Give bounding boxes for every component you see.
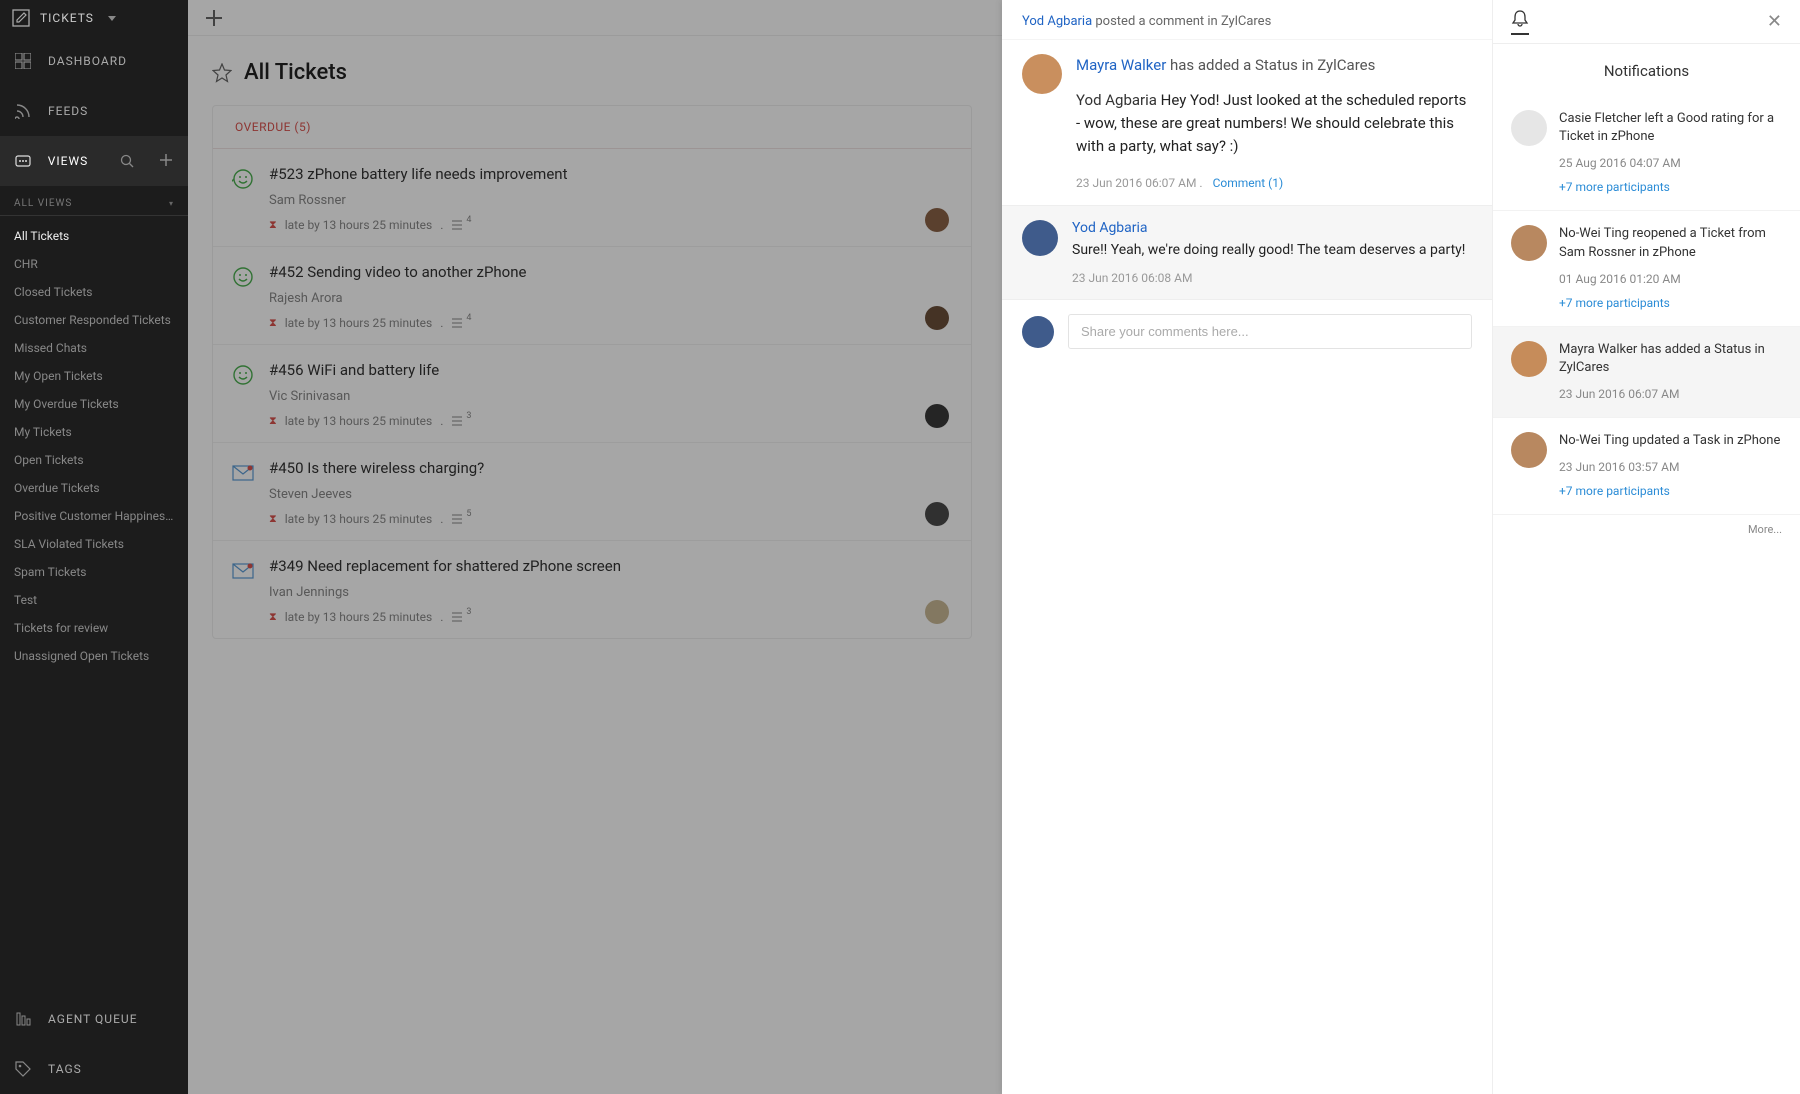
notification-text: No-Wei Ting reopened a Ticket from Sam R… <box>1559 225 1782 261</box>
notifications-title: Notifications <box>1493 44 1800 96</box>
view-item[interactable]: Tickets for review <box>0 614 188 642</box>
notification-item[interactable]: Mayra Walker has added a Status in ZylCa… <box>1493 327 1800 418</box>
view-item[interactable]: Unassigned Open Tickets <box>0 642 188 670</box>
view-item[interactable]: My Open Tickets <box>0 362 188 390</box>
all-views-label: ALL VIEWS <box>14 198 72 209</box>
notifications-topbar: ✕ <box>1493 0 1800 44</box>
notification-item[interactable]: Casie Fletcher left a Good rating for a … <box>1493 96 1800 211</box>
avatar <box>1022 316 1054 348</box>
view-item[interactable]: Open Tickets <box>0 446 188 474</box>
comment-input-row <box>1002 300 1492 363</box>
notification-text: Casie Fletcher left a Good rating for a … <box>1559 110 1782 146</box>
sidebar-context-switcher[interactable]: TICKETS <box>0 0 188 36</box>
sidebar-item-label: VIEWS <box>48 154 89 168</box>
participants-link[interactable]: +7 more participants <box>1559 296 1782 310</box>
views-icon <box>14 152 32 170</box>
sidebar-item-feeds[interactable]: FEEDS <box>0 86 188 136</box>
notification-item[interactable]: No-Wei Ting reopened a Ticket from Sam R… <box>1493 211 1800 326</box>
avatar <box>1511 341 1547 377</box>
thread-reply: Yod Agbaria Sure!! Yeah, we're doing rea… <box>1002 205 1492 300</box>
sidebar-item-label: TAGS <box>48 1062 82 1076</box>
notification-text: No-Wei Ting updated a Task in zPhone <box>1559 432 1782 450</box>
view-item[interactable]: Overdue Tickets <box>0 474 188 502</box>
view-item[interactable]: Spam Tickets <box>0 558 188 586</box>
view-item[interactable]: Closed Tickets <box>0 278 188 306</box>
view-item[interactable]: Customer Responded Tickets <box>0 306 188 334</box>
participants-link[interactable]: +7 more participants <box>1559 180 1782 194</box>
notification-time: 23 Jun 2016 03:57 AM <box>1559 460 1782 474</box>
more-link[interactable]: More... <box>1493 515 1800 544</box>
feeds-icon <box>14 102 32 120</box>
thread-message: Yod Agbaria Hey Yod! Just looked at the … <box>1076 89 1472 159</box>
tag-icon <box>14 1060 32 1078</box>
sidebar-item-agent-queue[interactable]: AGENT QUEUE <box>0 994 188 1044</box>
sidebar-item-tags[interactable]: TAGS <box>0 1044 188 1094</box>
queue-icon <box>14 1010 32 1028</box>
sidebar-context-label: TICKETS <box>40 11 94 25</box>
view-item[interactable]: CHR <box>0 250 188 278</box>
avatar[interactable] <box>1022 220 1058 256</box>
notification-item[interactable]: No-Wei Ting updated a Task in zPhone 23 … <box>1493 418 1800 515</box>
view-item[interactable]: Missed Chats <box>0 334 188 362</box>
caret-down-icon <box>108 16 116 21</box>
compose-icon <box>12 9 30 27</box>
left-sidebar: TICKETS DASHBOARD FEEDS VIEWS ALL VIEWS … <box>0 0 188 1094</box>
notification-text: Mayra Walker has added a Status in ZylCa… <box>1559 341 1782 377</box>
thread-header-name[interactable]: Yod Agbaria <box>1022 14 1092 29</box>
sidebar-item-label: AGENT QUEUE <box>48 1012 138 1026</box>
all-views-header[interactable]: ALL VIEWS ▾ <box>0 186 188 216</box>
sidebar-item-label: DASHBOARD <box>48 54 127 68</box>
thread-header-text: posted a comment in ZylCares <box>1092 14 1271 29</box>
notification-time: 25 Aug 2016 04:07 AM <box>1559 156 1782 170</box>
avatar[interactable] <box>1022 54 1062 94</box>
comment-link[interactable]: Comment (1) <box>1213 176 1284 190</box>
bell-icon[interactable] <box>1511 9 1529 35</box>
add-view-icon[interactable] <box>160 154 174 168</box>
thread-post: Mayra Walker has added a Status in ZylCa… <box>1002 40 1492 205</box>
view-item[interactable]: My Tickets <box>0 418 188 446</box>
reply-timestamp: 23 Jun 2016 06:08 AM <box>1072 271 1472 285</box>
comment-input[interactable] <box>1068 314 1472 349</box>
view-item[interactable]: My Overdue Tickets <box>0 390 188 418</box>
status-line: Mayra Walker has added a Status in ZylCa… <box>1076 54 1472 77</box>
avatar <box>1511 432 1547 468</box>
view-item[interactable]: SLA Violated Tickets <box>0 530 188 558</box>
close-icon[interactable]: ✕ <box>1767 11 1782 32</box>
reply-text: Sure!! Yeah, we're doing really good! Th… <box>1072 240 1472 261</box>
views-list: All Tickets CHR Closed Tickets Customer … <box>0 216 188 676</box>
view-item[interactable]: All Tickets <box>0 222 188 250</box>
sidebar-item-label: FEEDS <box>48 104 88 118</box>
reply-author[interactable]: Yod Agbaria <box>1072 220 1472 236</box>
sidebar-item-dashboard[interactable]: DASHBOARD <box>0 36 188 86</box>
notification-time: 23 Jun 2016 06:07 AM <box>1559 387 1782 401</box>
avatar <box>1511 110 1547 146</box>
sidebar-item-views[interactable]: VIEWS <box>0 136 188 186</box>
view-item[interactable]: Positive Customer Happiness... <box>0 502 188 530</box>
notification-time: 01 Aug 2016 01:20 AM <box>1559 272 1782 286</box>
participants-link[interactable]: +7 more participants <box>1559 484 1782 498</box>
thread-panel: Yod Agbaria posted a comment in ZylCares… <box>1002 0 1492 1094</box>
caret-down-icon: ▾ <box>169 199 174 208</box>
avatar <box>1511 225 1547 261</box>
dashboard-icon <box>14 52 32 70</box>
search-icon[interactable] <box>120 154 134 168</box>
thread-header: Yod Agbaria posted a comment in ZylCares <box>1002 0 1492 40</box>
view-item[interactable]: Test <box>0 586 188 614</box>
status-author[interactable]: Mayra Walker <box>1076 56 1166 74</box>
post-timestamp: 23 Jun 2016 06:07 AM . <box>1076 176 1203 190</box>
notifications-panel: ✕ Notifications Casie Fletcher left a Go… <box>1492 0 1800 1094</box>
mention: Yod Agbaria <box>1076 91 1157 109</box>
